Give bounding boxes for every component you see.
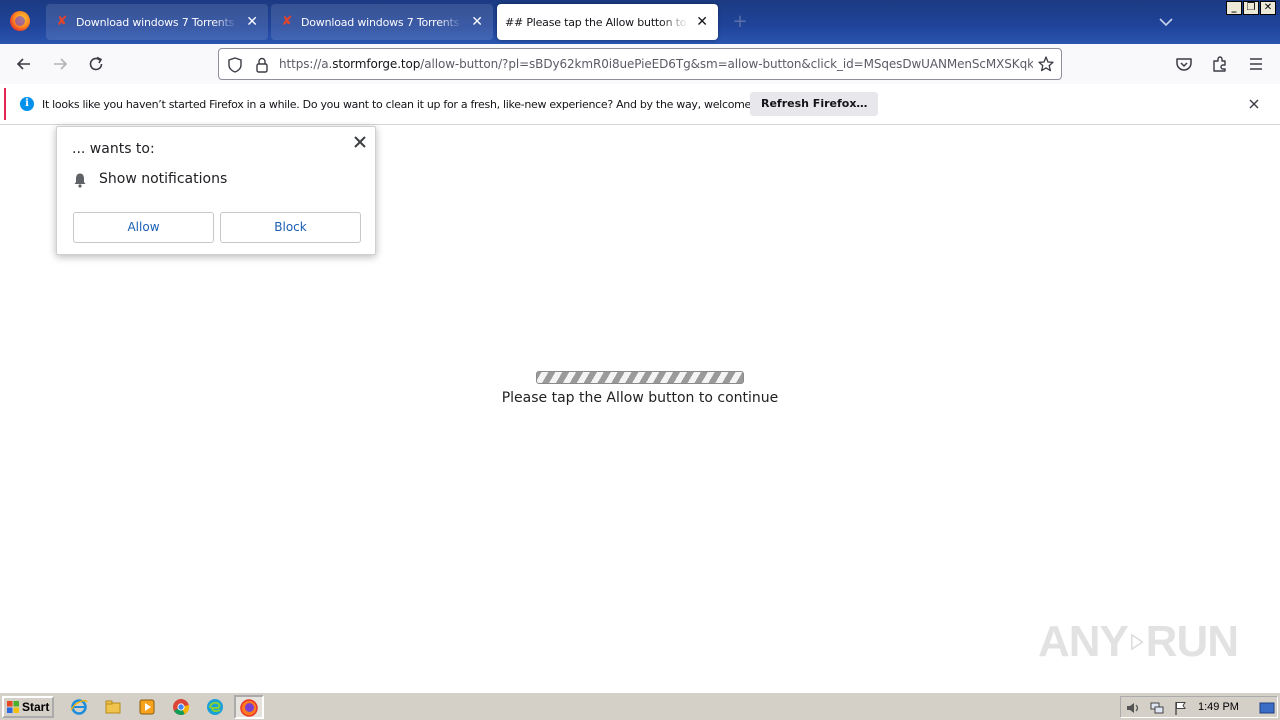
forward-arrow-icon[interactable] [50, 54, 70, 74]
x-favicon-icon: ✘ [281, 14, 293, 29]
bookmark-star-icon[interactable] [1037, 55, 1055, 73]
windows-taskbar: Start 1:49 PM [0, 692, 1280, 720]
close-icon[interactable] [1246, 96, 1262, 112]
action-center-flag-icon[interactable] [1173, 700, 1189, 716]
close-tab-icon[interactable]: ✕ [694, 14, 710, 30]
firefox-menu-icon[interactable] [10, 11, 30, 31]
reload-icon[interactable] [86, 54, 106, 74]
url-host: stormforge.top [332, 57, 421, 71]
close-tab-icon[interactable]: ✕ [244, 14, 260, 30]
system-clock: 1:49 PM [1198, 701, 1239, 713]
file-explorer-icon[interactable] [104, 698, 122, 716]
tab-strip: ✘ Download windows 7 Torrents | 1337x ✕ … [0, 0, 1280, 44]
minimize-button[interactable]: _ [1226, 1, 1242, 15]
chevron-down-icon[interactable] [1158, 14, 1174, 30]
show-desktop-icon[interactable] [1259, 700, 1275, 716]
new-tab-button[interactable]: + [730, 12, 750, 32]
volume-icon[interactable] [1125, 700, 1141, 716]
close-tab-icon[interactable]: ✕ [469, 14, 485, 30]
restore-button[interactable]: ❐ [1243, 1, 1259, 15]
extensions-puzzle-icon[interactable] [1210, 54, 1230, 74]
pocket-icon[interactable] [1174, 54, 1194, 74]
anyrun-watermark-logo: ANY RUN [1038, 610, 1239, 674]
url-text[interactable]: https://a.stormforge.top/allow-button/?p… [279, 57, 1033, 71]
url-prefix: https://a. [279, 57, 333, 71]
allow-button[interactable]: Allow [73, 212, 214, 243]
start-label: Start [22, 700, 50, 714]
x-favicon-icon: ✘ [56, 14, 68, 29]
notification-message: It looks like you haven’t started Firefo… [42, 97, 784, 111]
tab-title: Download windows 7 Torrents | 1337x [76, 15, 238, 29]
bell-icon [74, 173, 86, 188]
page-message: Please tap the Allow button to continue [501, 390, 779, 406]
tab-1337x-second[interactable]: ✘ Download windows 7 Torrents | 1337x ✕ [271, 4, 493, 40]
firefox-icon [240, 699, 258, 717]
close-icon[interactable] [353, 135, 367, 149]
refresh-firefox-notification: i It looks like you haven’t started Fire… [4, 88, 1276, 120]
tab-1337x-first[interactable]: ✘ Download windows 7 Torrents | 1337x ✕ [46, 4, 268, 40]
edge-icon[interactable] [206, 698, 224, 716]
play-icon [1130, 634, 1144, 650]
permission-name: Show notifications [99, 171, 228, 187]
refresh-firefox-button[interactable]: Refresh Firefox… [750, 92, 879, 116]
address-bar[interactable]: https://a.stormforge.top/allow-button/?p… [218, 48, 1062, 80]
internet-explorer-icon[interactable] [70, 698, 88, 716]
navigation-toolbar: https://a.stormforge.top/allow-button/?p… [0, 44, 1280, 84]
tab-title: ## Please tap the Allow button to contin… [505, 15, 688, 29]
info-icon: i [20, 97, 34, 111]
tracking-shield-icon[interactable] [226, 56, 244, 74]
back-arrow-icon[interactable] [14, 54, 34, 74]
block-button[interactable]: Block [220, 212, 361, 243]
close-window-button[interactable]: ✕ [1260, 1, 1276, 15]
loading-progress-bar [536, 371, 744, 384]
taskbar-firefox-active[interactable] [234, 695, 264, 719]
network-icon[interactable] [1149, 700, 1165, 716]
media-player-icon[interactable] [138, 698, 156, 716]
hamburger-menu-icon[interactable] [1246, 54, 1266, 74]
url-path: /allow-button/?pl=sBDy62kmR0i8uePieED6Tg… [420, 57, 1033, 71]
windows-logo-icon [7, 701, 19, 713]
chrome-icon[interactable] [172, 698, 190, 716]
permission-origin: ... wants to: [72, 141, 155, 157]
tab-title: Download windows 7 Torrents | 1337x [301, 15, 463, 29]
tab-allow-button-active[interactable]: ## Please tap the Allow button to contin… [497, 4, 718, 40]
start-button[interactable]: Start [2, 696, 54, 718]
notification-permission-popup: ... wants to: Show notifications Allow B… [56, 126, 376, 255]
lock-icon[interactable] [254, 56, 270, 74]
window-controls: _ ❐ ✕ [1226, 1, 1276, 15]
